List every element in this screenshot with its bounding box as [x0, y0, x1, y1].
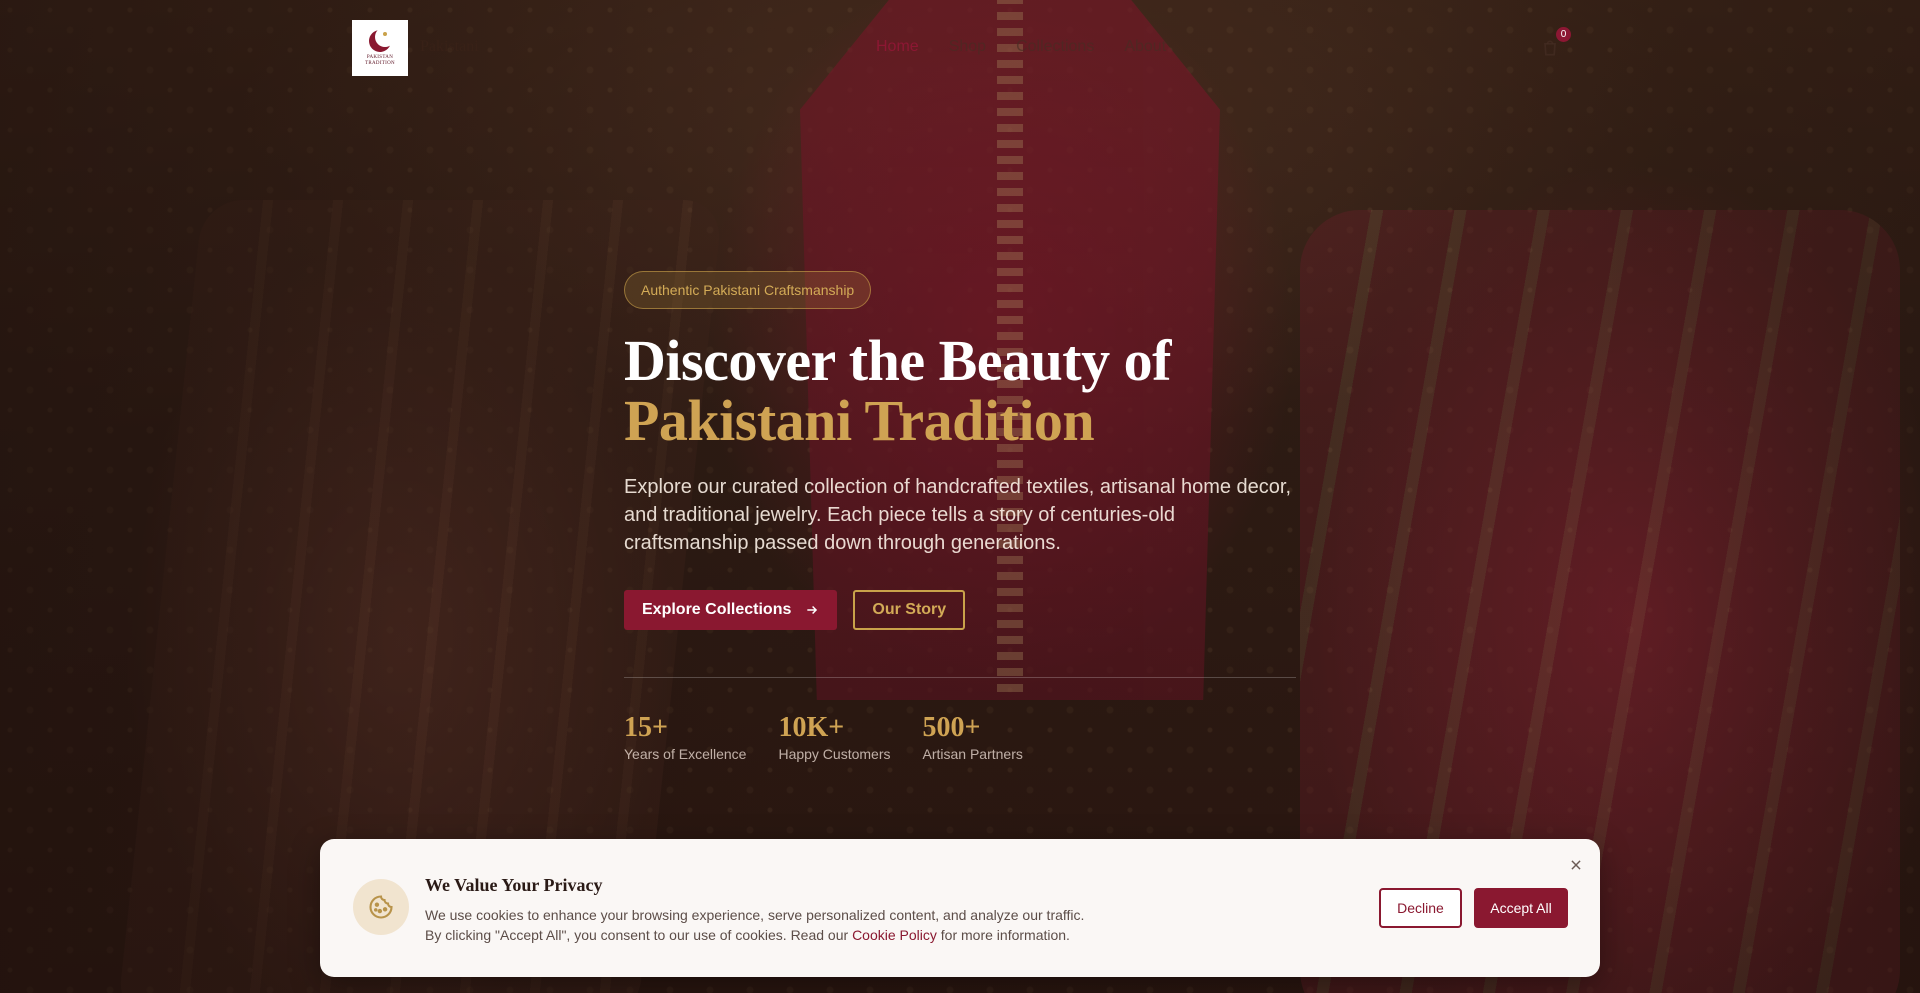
- nav-link-home[interactable]: Home: [876, 38, 919, 56]
- crescent-moon-icon: [369, 26, 395, 52]
- accept-all-cookies-button[interactable]: Accept All: [1474, 888, 1568, 928]
- nav-link-shop[interactable]: Shop: [949, 38, 986, 56]
- arrow-right-icon: [807, 605, 818, 615]
- stat-value: 15+: [624, 712, 668, 743]
- cookie-text-line1: We use cookies to enhance your browsing …: [425, 907, 1085, 923]
- hero-section: Authentic Pakistani Craftsmanship Discov…: [624, 271, 1296, 762]
- hero-cta-group: Explore Collections Our Story: [624, 590, 1296, 630]
- nav-link-about[interactable]: About: [1124, 38, 1166, 56]
- cookie-policy-link[interactable]: Cookie Policy: [852, 927, 937, 943]
- cookie-icon-wrapper: [353, 879, 409, 935]
- stat-customers: 10K+ Happy Customers: [778, 712, 891, 763]
- hero-headline-line1: Discover the Beauty of: [624, 328, 1171, 393]
- stat-artisans: 500+ Artisan Partners: [922, 712, 1023, 763]
- main-nav: Home Shop Collections About: [876, 38, 1166, 56]
- decline-cookies-button[interactable]: Decline: [1379, 888, 1462, 928]
- cookie-banner-title: We Value Your Privacy: [425, 875, 603, 895]
- hero-stats: 15+ Years of Excellence 10K+ Happy Custo…: [624, 712, 1296, 763]
- hero-tagline-badge: Authentic Pakistani Craftsmanship: [624, 271, 872, 309]
- close-icon: [1571, 860, 1581, 870]
- close-banner-button[interactable]: [1566, 855, 1586, 875]
- hero-description: Explore our curated collection of handcr…: [624, 476, 1292, 554]
- hero-divider: [624, 677, 1296, 678]
- brand-name[interactable]: Pakistani: [420, 38, 479, 56]
- cookie-text-line2: By clicking "Accept All", you consent to…: [425, 925, 1185, 945]
- stat-label: Happy Customers: [778, 746, 891, 762]
- stat-value: 500+: [922, 712, 981, 743]
- cookie-text-before-link: By clicking "Accept All", you consent to…: [425, 927, 853, 943]
- hero-headline-line2: Pakistani Tradition: [624, 388, 1095, 453]
- cookie-banner-text: We use cookies to enhance your browsing …: [425, 905, 1185, 945]
- stat-label: Artisan Partners: [922, 746, 1023, 762]
- nav-link-collections[interactable]: Collections: [1016, 38, 1094, 56]
- explore-collections-label: Explore Collections: [642, 601, 792, 618]
- site-logo[interactable]: PAKISTAN TRADITION: [352, 20, 408, 76]
- stat-label: Years of Excellence: [624, 746, 747, 762]
- stat-value: 10K+: [778, 712, 845, 743]
- shopping-bag-icon: [1544, 40, 1556, 56]
- cookie-consent-banner: We Value Your Privacy We use cookies to …: [320, 839, 1600, 977]
- cart-count-badge: 0: [1556, 27, 1571, 42]
- cookie-text-after-link: for more information.: [936, 927, 1070, 943]
- cookie-icon: [369, 895, 393, 919]
- stat-years: 15+ Years of Excellence: [624, 712, 747, 763]
- logo-text-line2: TRADITION: [365, 60, 395, 66]
- hero-headline: Discover the Beauty of Pakistani Traditi…: [624, 331, 1296, 451]
- our-story-button[interactable]: Our Story: [853, 590, 966, 630]
- site-header: PAKISTAN TRADITION Pakistani Home Shop C…: [0, 0, 1920, 96]
- explore-collections-button[interactable]: Explore Collections: [624, 590, 838, 630]
- cart-button[interactable]: [1540, 38, 1560, 58]
